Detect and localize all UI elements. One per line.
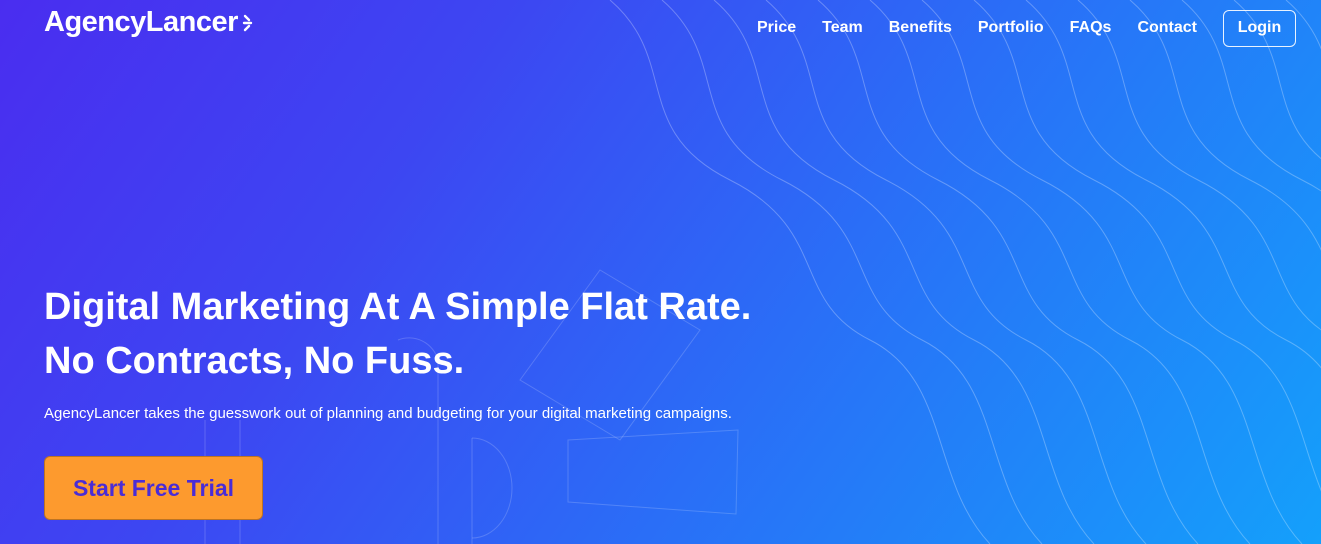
nav-benefits[interactable]: Benefits [889, 19, 952, 37]
wave-line [921, 0, 1303, 544]
wave-line [1025, 0, 1321, 369]
hero-headline: Digital Marketing At A Simple Flat Rate.… [44, 280, 864, 388]
wave-line [1285, 0, 1321, 50]
login-button[interactable]: Login [1223, 9, 1296, 47]
nav-price[interactable]: Price [757, 19, 796, 37]
nav-portfolio[interactable]: Portfolio [978, 19, 1044, 37]
wave-line [1129, 0, 1321, 251]
wave-line [713, 0, 1095, 544]
nav-faqs[interactable]: FAQs [1070, 19, 1112, 37]
hero-headline-line-1: Digital Marketing At A Simple Flat Rate. [44, 286, 752, 328]
nav-contact[interactable]: Contact [1137, 19, 1197, 37]
wave-line [1233, 0, 1321, 160]
wave-line [765, 0, 1147, 544]
wave-line [1077, 0, 1321, 331]
wave-line [817, 0, 1199, 544]
wave-line [869, 0, 1251, 544]
nav-team[interactable]: Team [822, 19, 863, 37]
wave-line [661, 0, 1043, 544]
logo-burst-icon [242, 14, 253, 31]
start-free-trial-button[interactable]: Start Free Trial [44, 456, 263, 520]
wave-line [973, 0, 1321, 492]
brand-name: AgencyLancer [44, 6, 238, 38]
hero-headline-line-2: No Contracts, No Fuss. [44, 340, 465, 382]
wave-line [1181, 0, 1321, 192]
main-nav: Price Team Benefits Portfolio FAQs Conta… [731, 8, 1296, 48]
hero-subtitle: AgencyLancer takes the guesswork out of … [44, 405, 732, 422]
brand-logo[interactable]: AgencyLancer [44, 6, 256, 39]
wave-line [609, 0, 991, 544]
